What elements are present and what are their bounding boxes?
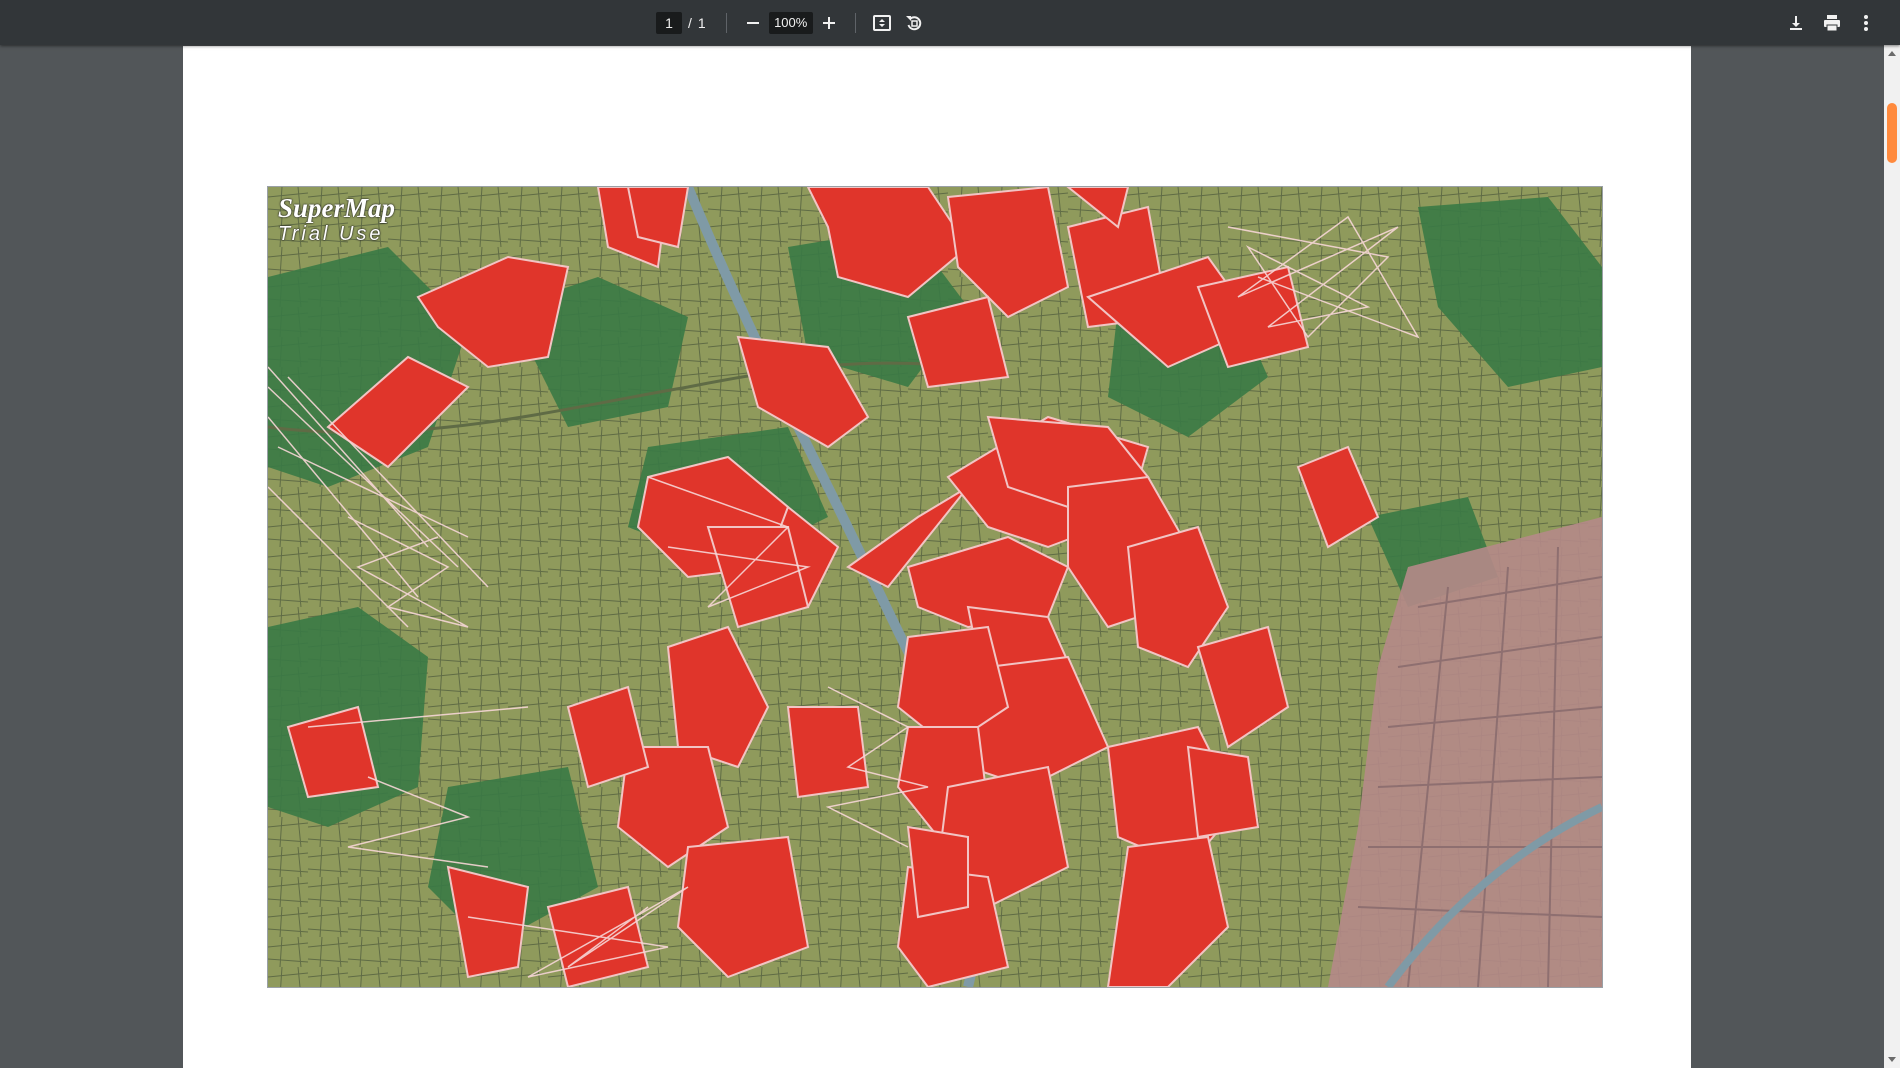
download-icon [1790, 15, 1802, 30]
fit-to-page-icon [872, 14, 891, 31]
minus-icon [746, 21, 759, 24]
toolbar-divider [725, 12, 727, 33]
more-options-button[interactable] [1850, 7, 1882, 39]
scroll-thumb[interactable] [1887, 103, 1897, 163]
page-number-input[interactable] [656, 11, 682, 34]
scroll-up-arrow[interactable] [1884, 45, 1900, 61]
map-image: SuperMap Trial Use [267, 186, 1603, 988]
rotate-counterclockwise-icon [905, 15, 921, 30]
print-button[interactable] [1816, 7, 1848, 39]
plus-icon [822, 16, 835, 29]
zoom-level-input[interactable] [768, 11, 813, 34]
chevron-down-icon [1888, 1057, 1896, 1062]
toolbar-divider [854, 12, 856, 33]
zoom-in-button[interactable] [813, 7, 845, 39]
download-button[interactable] [1780, 7, 1812, 39]
print-icon [1824, 14, 1840, 31]
pdf-page: SuperMap Trial Use [183, 46, 1691, 1068]
land-parcel-map [268, 187, 1602, 987]
vertical-scrollbar[interactable] [1884, 45, 1900, 1068]
total-pages: 1 [697, 14, 706, 31]
fit-to-page-button[interactable] [866, 7, 898, 39]
rotate-button[interactable] [898, 7, 930, 39]
pdf-toolbar: / 1 [0, 0, 1900, 45]
scroll-down-arrow[interactable] [1884, 1052, 1900, 1068]
toolbar-actions [1780, 0, 1882, 45]
more-vertical-icon [1864, 14, 1868, 31]
page-navigation: / 1 [656, 0, 930, 45]
chevron-up-icon [1888, 51, 1896, 56]
zoom-out-button[interactable] [737, 7, 769, 39]
document-viewer[interactable]: SuperMap Trial Use [0, 45, 1884, 1068]
page-separator: / [688, 14, 692, 31]
